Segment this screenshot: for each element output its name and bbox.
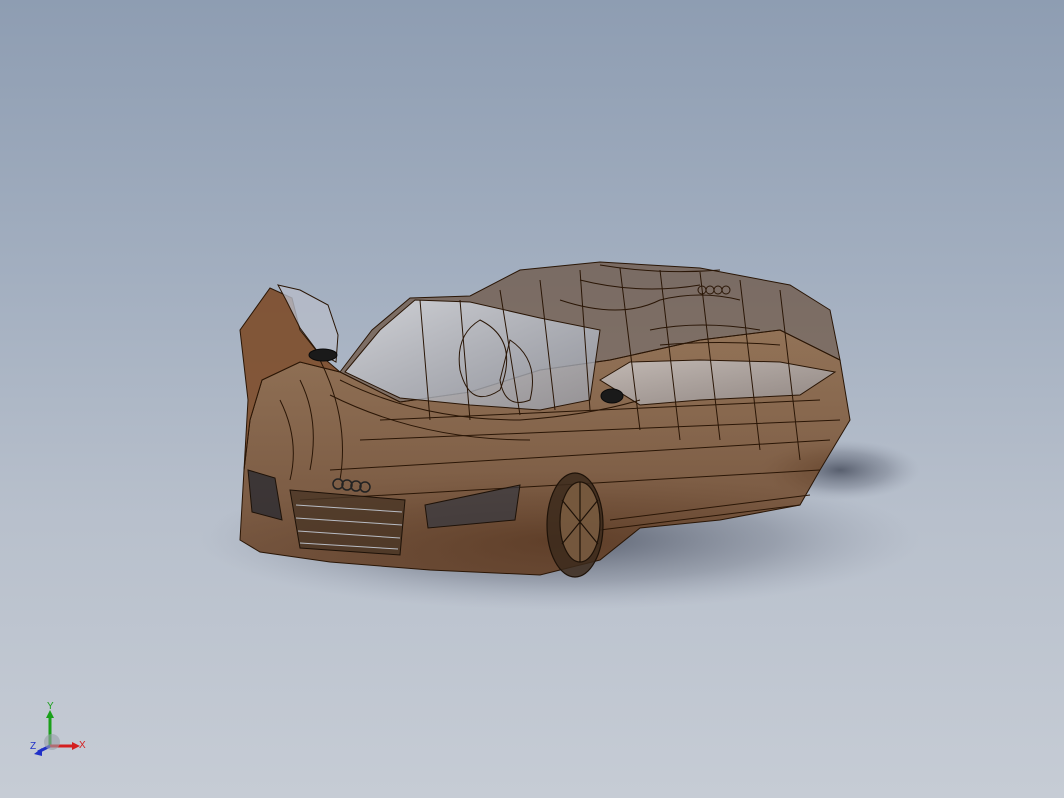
graphics-viewport[interactable] (0, 0, 1064, 798)
orientation-triad: Y X Z (28, 700, 92, 764)
triad-y-label: Y (47, 701, 54, 712)
front-grille (289, 489, 406, 556)
front-wheel (546, 472, 604, 578)
triad-z-label: Z (30, 741, 37, 752)
triad-axes (34, 710, 80, 756)
model-render (200, 261, 920, 610)
triad-x-label: X (79, 740, 86, 751)
